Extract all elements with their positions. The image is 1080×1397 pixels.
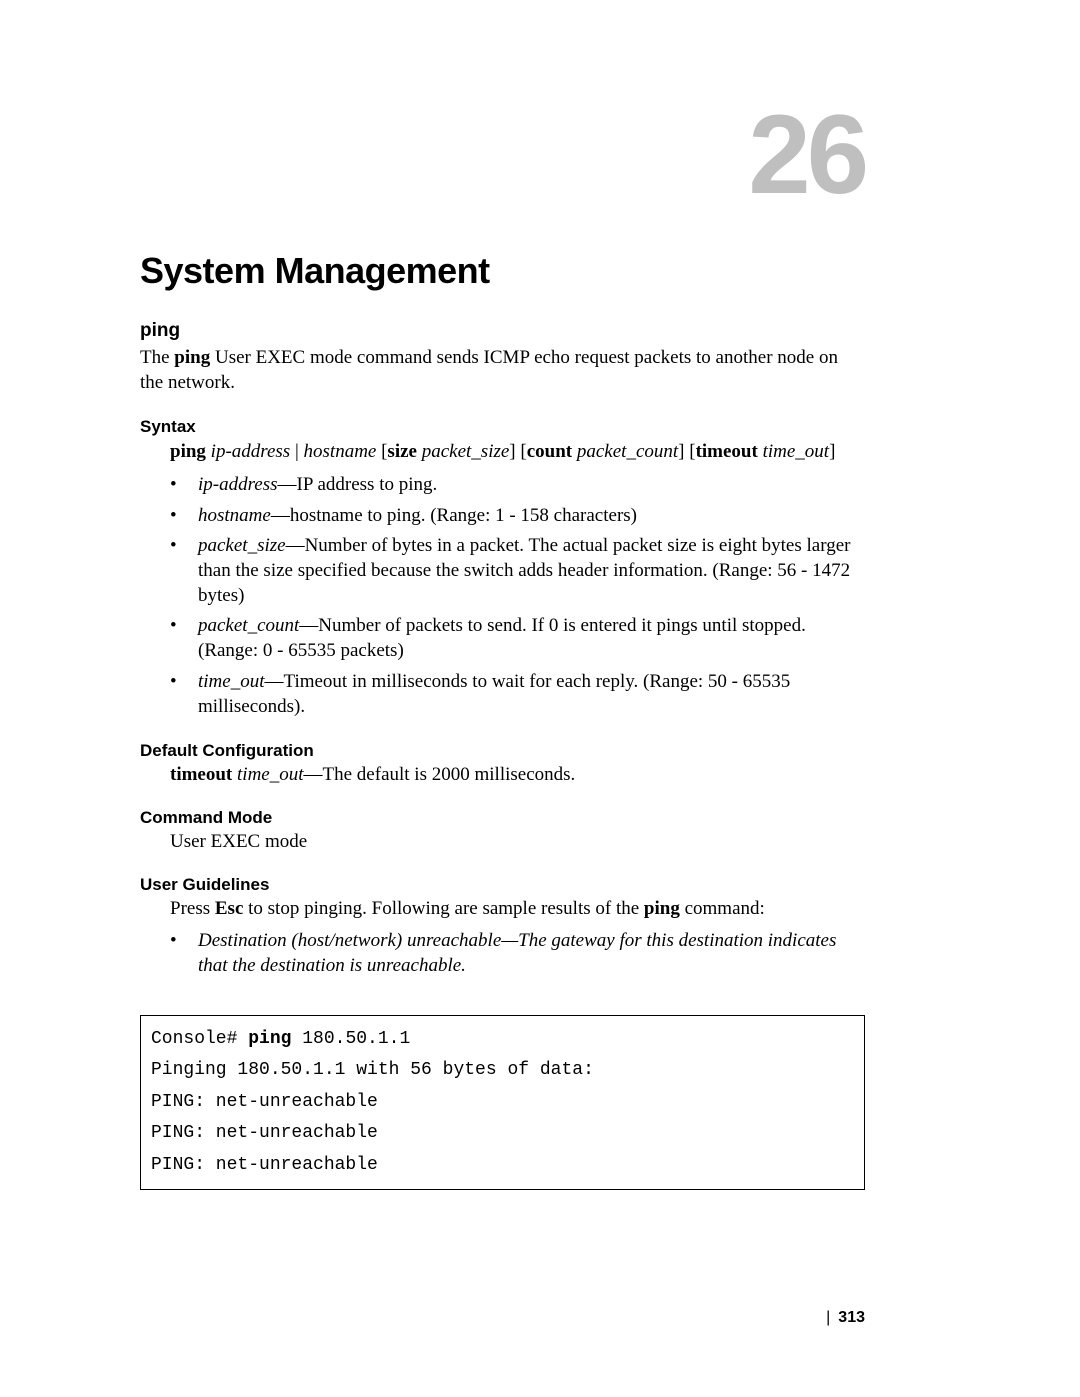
arg-time-out: time_out [763, 441, 830, 462]
param-item: packet_count—Number of packets to send. … [170, 614, 865, 663]
guideline-list: Destination (host/network) unreachable—T… [140, 929, 865, 978]
param-item: time_out—Timeout in milliseconds to wait… [170, 670, 865, 719]
param-name: ip-address [198, 474, 278, 495]
bracket: ] [829, 441, 835, 462]
command-bold: ping [174, 347, 210, 368]
param-desc: —Timeout in milliseconds to wait for eac… [198, 671, 790, 717]
text: —The default is 2000 milliseconds. [304, 764, 576, 785]
page-number: 313 [838, 1309, 865, 1326]
param-name: packet_count [198, 615, 299, 636]
arg-time-out: time_out [237, 764, 304, 785]
text: Press [170, 898, 215, 919]
console-cmd: ping [248, 1029, 291, 1049]
console-line: PING: net-unreachable [151, 1155, 378, 1175]
chapter-number: 26 [748, 90, 865, 219]
kw-timeout: timeout [170, 764, 232, 785]
page-content: System Management ping The ping User EXE… [140, 250, 865, 1190]
param-desc: —IP address to ping. [278, 474, 438, 495]
text: command: [680, 898, 765, 919]
page-footer: | 313 [826, 1309, 865, 1327]
arg-packet-size: packet_size [422, 441, 510, 462]
user-guidelines-heading: User Guidelines [140, 875, 865, 895]
kw-size: size [387, 441, 417, 462]
arg-hostname: hostname [304, 441, 377, 462]
arg-packet-count: packet_count [577, 441, 678, 462]
param-item: packet_size—Number of bytes in a packet.… [170, 534, 865, 608]
command-mode-heading: Command Mode [140, 808, 865, 828]
param-desc: —Number of bytes in a packet. The actual… [198, 535, 850, 605]
user-guidelines-text: Press Esc to stop pinging. Following are… [140, 897, 865, 922]
syntax-line: ping ip-address | hostname [size packet_… [170, 439, 865, 465]
footer-divider: | [826, 1309, 830, 1326]
guideline-text: Destination (host/network) unreachable—T… [198, 930, 836, 976]
console-output: Console# ping 180.50.1.1 Pinging 180.50.… [140, 1015, 865, 1191]
bracket: ] [ [509, 441, 526, 462]
syntax-heading: Syntax [140, 417, 865, 437]
default-config-heading: Default Configuration [140, 741, 865, 761]
kw-ping: ping [170, 441, 211, 462]
chapter-title: System Management [140, 250, 865, 292]
param-name: packet_size [198, 535, 286, 556]
command-name-heading: ping [140, 320, 865, 342]
default-config-text: timeout time_out—The default is 2000 mil… [140, 763, 865, 788]
bracket: ] [ [678, 441, 695, 462]
arg-ip: ip-address [211, 441, 291, 462]
command-description: The ping User EXEC mode command sends IC… [140, 346, 865, 395]
text: User EXEC mode command sends ICMP echo r… [140, 347, 838, 393]
console-prompt: Console# [151, 1029, 248, 1049]
pipe: | [290, 441, 303, 462]
param-name: time_out [198, 671, 265, 692]
param-item: ip-address—IP address to ping. [170, 473, 865, 498]
console-line: PING: net-unreachable [151, 1123, 378, 1143]
console-line: Pinging 180.50.1.1 with 56 bytes of data… [151, 1060, 594, 1080]
text: The [140, 347, 174, 368]
document-page: 26 System Management ping The ping User … [0, 0, 1080, 1397]
param-name: hostname [198, 505, 271, 526]
kw-timeout: timeout [696, 441, 758, 462]
param-desc: —hostname to ping. (Range: 1 - 158 chara… [271, 505, 637, 526]
cmd-ping: ping [644, 898, 680, 919]
command-mode-text: User EXEC mode [140, 830, 865, 855]
param-list: ip-address—IP address to ping. hostname—… [140, 473, 865, 719]
bracket: [ [376, 441, 387, 462]
param-item: hostname—hostname to ping. (Range: 1 - 1… [170, 504, 865, 529]
console-line: PING: net-unreachable [151, 1092, 378, 1112]
text: to stop pinging. Following are sample re… [243, 898, 644, 919]
key-esc: Esc [215, 898, 244, 919]
guideline-item: Destination (host/network) unreachable—T… [170, 929, 865, 978]
console-args: 180.50.1.1 [291, 1029, 410, 1049]
kw-count: count [527, 441, 572, 462]
